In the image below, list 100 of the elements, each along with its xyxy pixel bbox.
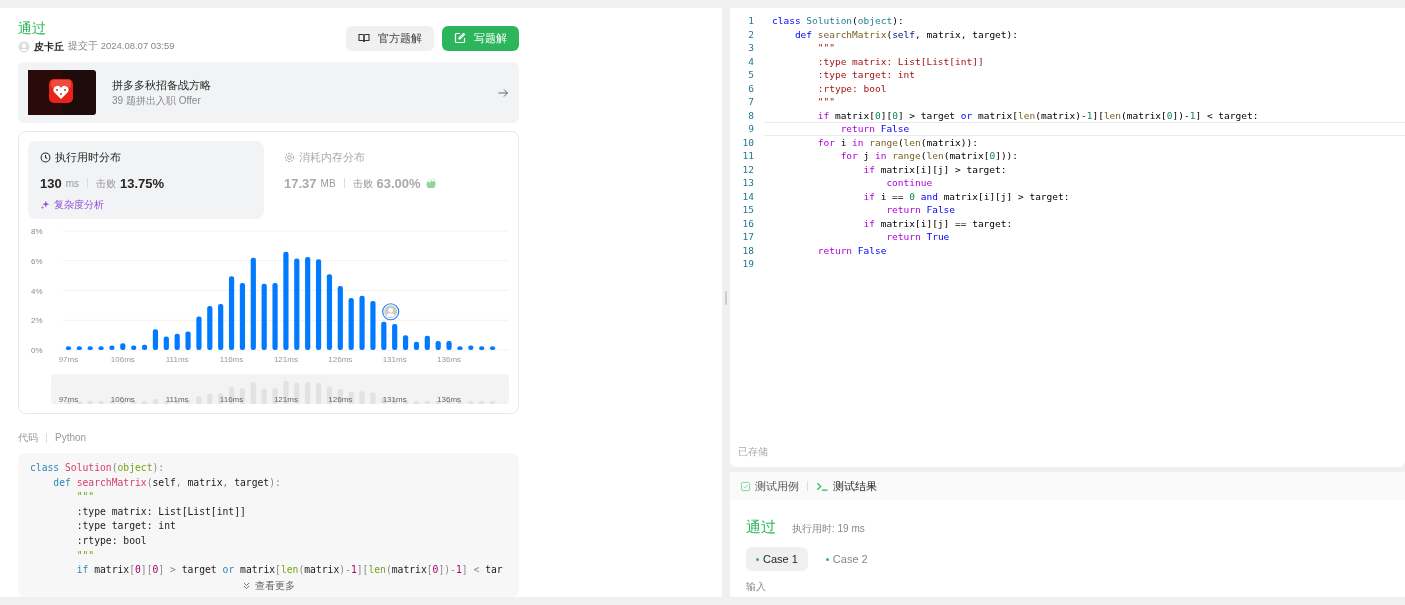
chart-bar [218,303,224,350]
stat-unit: MB [320,176,336,191]
complexity-link[interactable]: 复杂度分析 [40,197,252,212]
stat-value: 130 [40,174,62,193]
stat-tab[interactable]: 执行用时分布 130 ms 击败 13.75% 复杂度分析 [28,141,264,219]
code-line: """ [816,41,836,55]
chart-bar [65,346,72,350]
code-line: :rtype: bool [816,81,888,95]
chart-bar [76,346,82,350]
chevron-down-icon [242,580,251,590]
code-line: :type target: int [75,519,177,534]
code-line: def searchMatrix(self, matrix, target): [793,27,1019,41]
axis-label: 0% [31,346,43,355]
chart-bar [370,300,376,350]
code-line: """ [816,95,836,109]
checkbox-icon [740,480,751,492]
beat-label: 击败 [352,176,373,191]
chart-bar [392,323,398,350]
case-tab[interactable]: Case 2 [815,546,878,572]
status-text: 通过 [18,19,47,38]
chart-bar [109,345,115,350]
promo-subtitle: 39 题拼出入职 Offer [112,94,202,109]
avatar-marker [382,303,400,321]
code-line: class Solution(object): [30,461,166,475]
chart-bar [174,333,180,350]
case-tab[interactable]: Case 1 [746,546,808,572]
axis-label: 136ms [437,355,462,364]
save-status: 已存储 [737,444,769,459]
result-status: 通过 [746,517,776,538]
chart-bar [196,316,202,350]
code-line: if i == 0 and matrix[i][j] > target: [862,189,1071,203]
code-line: if matrix[i][j] == target: [862,216,1014,230]
beat-percentage: 63.00% [376,174,421,193]
axis-label: 4% [31,286,43,296]
terminal-icon [816,480,829,492]
line-number: 8 [747,108,755,122]
code-line: def searchMatrix(self, matrix, target): [52,475,282,490]
panel-tab[interactable]: 测试用例 [740,477,799,495]
axis-label: 136ms [437,395,462,404]
promo-title: 拼多多秋招备战方略 [112,77,212,93]
code-line: return False [764,122,1405,136]
line-number: 5 [747,68,755,82]
axis-label: 106ms [110,395,135,404]
line-number: 19 [741,257,755,271]
chart-bar [359,295,365,350]
chart-bar [152,329,159,350]
beat-percentage: 13.75% [120,174,165,193]
sparkle-icon [40,199,50,210]
code-line: continue [885,176,934,190]
chart-bar [163,336,169,350]
code-line: :rtype: bool [75,533,148,548]
line-number: 12 [741,162,755,176]
show-more-link[interactable]: 查看更多 [242,577,295,593]
chart-bar [413,341,420,350]
axis-label: 111ms [165,395,189,404]
code-line: if matrix[0][0] > target or matrix[len(matrix)-1][len(matrix[0])-1] < target: [816,108,1260,122]
line-number: 13 [741,176,755,190]
code-line: :type target: int [816,68,916,82]
language-label: Python [55,431,87,445]
code-line: if matrix[0][0] > target or matrix[len(matrix)-1][len(matrix[0])-1] < tar [75,563,504,578]
code-label: 代码 [18,431,38,445]
chart-bar [272,283,278,350]
axis-label: 116ms [219,355,244,364]
chart-bar [337,286,343,350]
chart-bar [185,331,191,350]
stat-title: 执行用时分布 [55,150,121,165]
chart-bar [131,345,137,350]
chart-bar [98,346,104,350]
arrow-right-icon [497,86,509,99]
line-number: 14 [741,189,755,203]
chart-bar [141,344,148,350]
line-number: 3 [747,41,755,55]
edit-icon [454,32,466,45]
chart-bar [435,341,441,350]
axis-label: 97ms [58,395,79,404]
stat-value: 17.37 [284,174,317,193]
runtime-text: 执行用时: 19 ms [792,522,865,537]
code-line: """ [75,548,96,563]
code-line: return False [885,203,957,217]
solution-button[interactable]: 官方题解 [346,26,434,51]
axis-label: 116ms [219,395,244,404]
panel-tab[interactable]: 测试结果 [816,477,877,495]
clock-icon [40,151,51,163]
code-line: class Solution(object): [771,14,905,28]
chart-bar [348,297,354,350]
line-number: 2 [747,27,755,41]
clapping-hands-icon [424,177,437,190]
line-number: 10 [741,135,755,149]
code-line: return False [816,243,888,257]
line-number: 17 [741,230,755,244]
chart-bar [446,341,452,350]
chart-bar [424,335,430,350]
line-number: 16 [741,216,755,230]
axis-label: 126ms [328,355,353,364]
chart-bar [489,346,496,350]
author-name[interactable]: 皮卡丘 [34,39,64,54]
promo-card[interactable]: 拼多多秋招备战方略 39 题拼出入职 Offer [18,62,519,123]
code-line: if matrix[i][j] > target: [862,162,1008,176]
stat-unit: ms [65,176,80,191]
axis-label: 121ms [273,355,298,364]
